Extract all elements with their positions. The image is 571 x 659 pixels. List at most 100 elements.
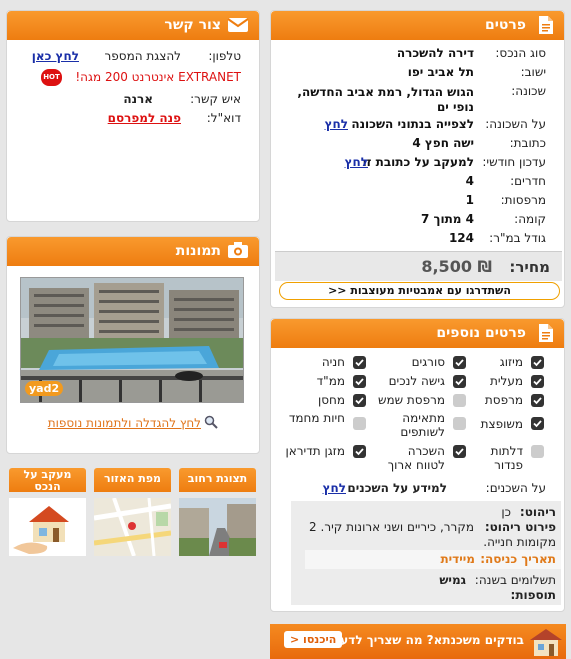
enlarge-photos-link[interactable]: לחץ להגדלה ולתמונות נוספות [48, 416, 201, 430]
designer-bath-button[interactable]: השתדרגו עם אמבטיות מעוצבות << [279, 282, 560, 300]
feature-label: מזגן תדיראן [285, 444, 345, 458]
extra-details-panel: פרטים נוספים מיזוג סורגים חניה מעלית גישה לנ… [270, 318, 565, 612]
tab-area-map-label: מפת האזור [104, 472, 161, 485]
document-icon [534, 15, 554, 35]
extra-details-header: פרטים נוספים [271, 319, 564, 348]
payments-label: תשלומים בשנה: [474, 573, 556, 587]
tab-track-property-label: מעקב על הנכס [23, 468, 72, 493]
feature-checkbox[interactable] [453, 394, 466, 407]
feature-label: ממ"ד [316, 374, 345, 388]
feature-checkbox[interactable] [453, 417, 466, 430]
designer-bath-label: השתדרגו עם אמבטיות מעוצבות << [328, 284, 511, 297]
phone-text: להצגת המספר [104, 49, 181, 63]
feature-label: חניה [321, 355, 345, 369]
extra-details-title: פרטים נוספים [436, 325, 526, 341]
detail-value: 4 מתוך 7 [420, 212, 474, 226]
magnifier-icon[interactable] [204, 415, 218, 429]
feature-label: מיזוג [499, 355, 523, 369]
yad2-watermark: yad2 [25, 381, 64, 396]
feature-label: השכרה לטווח ארוך [387, 444, 445, 472]
street-view-thumbnail[interactable] [179, 498, 256, 556]
detail-label: מרפסות: [500, 193, 546, 207]
hot-logo-icon[interactable]: HOT [41, 69, 62, 86]
furniture-detail-value: מקרר, כיריים ושני ארונות קיר. 2 מקומות ח… [309, 520, 556, 549]
details-title: פרטים [484, 17, 526, 33]
tab-street-view-label: תצוגת רחוב [187, 472, 248, 485]
mortgage-banner[interactable]: בודקים משכנתא? מה שצריך לדעת היכנסו < [270, 624, 566, 659]
entry-date-label: תאריך כניסה: [480, 552, 556, 566]
feature-checkbox[interactable] [453, 356, 466, 369]
email-advertiser-link[interactable]: פנה למפרסם [108, 111, 181, 125]
detail-value: למעקב על כתובת זו [362, 155, 474, 169]
price-bar: מחיר: 8,500 ₪ [275, 251, 562, 281]
feature-label: מרפסת [484, 393, 523, 407]
detail-link[interactable]: לחץ [325, 117, 348, 131]
feature-label: משופצת [480, 417, 523, 431]
detail-label: גודל במ"ר: [489, 231, 546, 245]
tab-area-map[interactable]: מפת האזור [94, 468, 171, 492]
detail-value: תל אביב יפו [407, 65, 474, 79]
contact-header: צור קשר [7, 11, 259, 40]
tab-track-property[interactable]: מעקב על הנכס [9, 468, 86, 492]
phone-label: טלפון: [208, 49, 241, 63]
tab-street-view[interactable]: תצוגת רחוב [179, 468, 256, 492]
feature-checkbox[interactable] [531, 417, 544, 430]
furniture-value: כן [501, 505, 511, 519]
detail-label: כתובת: [509, 136, 546, 150]
detail-link[interactable]: לחץ [345, 155, 368, 169]
feature-label: מתאימה לשותפים [400, 411, 445, 439]
detail-value: הגוש הגדול, רמת אביב החדשה, נופי ים [297, 85, 474, 114]
track-property-thumbnail[interactable] [9, 498, 86, 556]
email-label: דוא"ל: [206, 111, 241, 125]
detail-value: לצפייה בנתוני השכונה [351, 117, 474, 131]
feature-checkbox[interactable] [453, 445, 466, 458]
person-label: איש קשר: [190, 92, 241, 106]
detail-label: שכונה: [511, 84, 546, 98]
detail-label: על השכונה: [485, 117, 546, 131]
details-panel: פרטים סוג הנכס: דירה להשכרה ישוב: תל אביב י… [270, 10, 565, 308]
area-map-thumbnail[interactable] [93, 497, 172, 557]
detail-value: ישה חפץ 4 [412, 136, 474, 150]
property-photo[interactable]: yad2 [20, 277, 244, 403]
feature-label: מרפסת שמש [377, 393, 445, 407]
feature-label: סורגים [411, 355, 445, 369]
photos-title: תמונות [175, 243, 221, 259]
contact-panel: צור קשר טלפון: להצגת המספר לחץ כאן EXTRA… [6, 10, 260, 222]
contact-title: צור קשר [164, 17, 221, 33]
person-value: ארנה [123, 92, 153, 106]
neighbors-link[interactable]: לחץ [323, 481, 346, 495]
feature-label: חיות מחמד [288, 411, 345, 425]
feature-checkbox[interactable] [353, 417, 366, 430]
feature-checkbox[interactable] [531, 375, 544, 388]
detail-value: 124 [448, 231, 474, 245]
entry-date-value: מיידית [440, 552, 475, 566]
price-label: מחיר: [509, 258, 550, 276]
neighbors-text: למידע על השכנים [347, 481, 447, 495]
promo-text[interactable]: EXTRANET אינטרנט 200 מגה! [75, 70, 241, 84]
feature-checkbox[interactable] [531, 394, 544, 407]
detail-value: 4 [465, 174, 474, 188]
feature-checkbox[interactable] [353, 356, 366, 369]
feature-label: דלתות פנדור [490, 444, 523, 472]
feature-label: גישה לנכים [388, 374, 445, 388]
detail-label: חדרים: [510, 174, 546, 188]
feature-checkbox[interactable] [453, 375, 466, 388]
price-value: 8,500 ₪ [421, 257, 492, 276]
feature-checkbox[interactable] [531, 356, 544, 369]
feature-checkbox[interactable] [353, 375, 366, 388]
feature-label: מעלית [489, 374, 523, 388]
photos-panel: תמונות yad2 לחץ להגדלה ולתמונות נוספות [6, 236, 260, 454]
feature-checkbox[interactable] [353, 445, 366, 458]
feature-label: מחסן [317, 393, 345, 407]
detail-label: קומה: [514, 212, 546, 226]
camera-icon [228, 241, 249, 261]
entry-date-row: תאריך כניסה: מיידית [305, 550, 561, 569]
furniture-box: ריהוט: כן פירוט ריהוט: מקרר, כיריים ושני… [291, 501, 561, 605]
feature-checkbox[interactable] [353, 394, 366, 407]
furniture-label: ריהוט: [519, 505, 556, 519]
phone-reveal-link[interactable]: לחץ כאן [32, 49, 79, 63]
feature-checkbox[interactable] [531, 445, 544, 458]
banner-enter-button[interactable]: היכנסו < [284, 631, 343, 648]
additions-label: תוספות: [510, 588, 556, 602]
details-header: פרטים [271, 11, 564, 40]
